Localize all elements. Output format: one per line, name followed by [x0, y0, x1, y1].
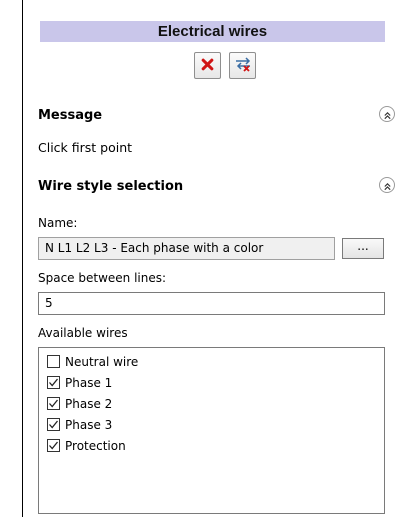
- checkmark-icon: [49, 441, 59, 450]
- wire-item-label: Phase 2: [65, 396, 113, 411]
- name-label: Name:: [38, 216, 78, 230]
- panel-title: Electrical wires: [40, 21, 385, 42]
- wire-style-name-field[interactable]: N L1 L2 L3 - Each phase with a color: [38, 237, 335, 260]
- wire-item-label: Protection: [65, 438, 126, 453]
- phase-3-checkbox[interactable]: [47, 418, 60, 431]
- protection-checkbox[interactable]: [47, 439, 60, 452]
- wire-item-protection[interactable]: Protection: [47, 436, 126, 455]
- wire-style-section-header: Wire style selection: [38, 179, 184, 194]
- swap-cancel-icon: [233, 55, 253, 77]
- double-chevron-up-icon: [383, 105, 392, 124]
- checkmark-icon: [49, 399, 59, 408]
- wire-item-label: Phase 3: [65, 417, 113, 432]
- available-wires-list: Neutral wire Phase 1 Phase 2 Phase 3 Pro…: [38, 347, 385, 514]
- wire-item-phase-1[interactable]: Phase 1: [47, 373, 112, 392]
- panel-border: [22, 0, 23, 517]
- phase-2-checkbox[interactable]: [47, 397, 60, 410]
- spacing-input[interactable]: 5: [38, 292, 385, 315]
- message-text: Click first point: [38, 140, 133, 155]
- cancel-x-icon: [201, 56, 214, 75]
- wire-item-phase-3[interactable]: Phase 3: [47, 415, 112, 434]
- wire-item-label: Neutral wire: [65, 354, 139, 369]
- collapse-message-button[interactable]: [379, 106, 395, 122]
- message-section-header: Message: [38, 108, 103, 123]
- cancel-button[interactable]: [194, 52, 221, 79]
- available-wires-label: Available wires: [38, 326, 128, 340]
- phase-1-checkbox[interactable]: [47, 376, 60, 389]
- wire-item-label: Phase 1: [65, 375, 113, 390]
- checkmark-icon: [49, 420, 59, 429]
- double-chevron-up-icon: [383, 176, 392, 195]
- wire-item-phase-2[interactable]: Phase 2: [47, 394, 112, 413]
- neutral-checkbox[interactable]: [47, 355, 60, 368]
- spacing-label: Space between lines:: [38, 271, 167, 285]
- collapse-wire-style-button[interactable]: [379, 177, 395, 193]
- wire-item-neutral[interactable]: Neutral wire: [47, 352, 138, 371]
- checkmark-icon: [49, 378, 59, 387]
- browse-wire-style-button[interactable]: ...: [342, 238, 384, 259]
- swap-cancel-button[interactable]: [229, 52, 256, 79]
